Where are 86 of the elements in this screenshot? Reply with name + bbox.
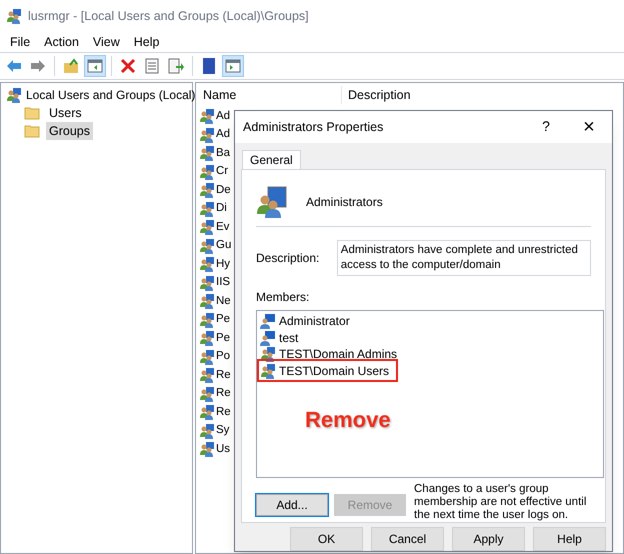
group-icon [199,367,215,384]
list-item[interactable]: Re [216,404,231,421]
list-item[interactable]: Pe [216,330,230,347]
group-icon [199,182,215,198]
group-icon [199,108,215,124]
list-item[interactable]: De [216,182,231,199]
member-item[interactable]: TEST\Domain Users [279,362,390,380]
list-item[interactable]: Ad [216,126,230,144]
list-item[interactable]: Gu [216,237,232,254]
tab[interactable]: General [242,150,301,170]
group-icon [199,312,215,328]
group-icon [199,386,215,402]
dialog-title: Administrators Properties [243,118,384,136]
group-icon [199,200,215,217]
list-item[interactable]: Cr [216,163,228,180]
group-icon [199,274,215,291]
list-item[interactable]: Ba [216,144,230,162]
group-icon [199,145,215,162]
menu-item[interactable]: Help [128,32,166,52]
group-icon [199,441,215,458]
folder-icon [24,124,40,138]
toolbar-button[interactable] [84,55,106,77]
group-icon [199,404,215,420]
column-header[interactable]: Description [342,86,411,104]
list-item[interactable]: Re [216,366,231,384]
user-icon [260,330,276,346]
member-action-button[interactable]: Add... [256,494,328,516]
list-item[interactable]: Ad [216,108,230,125]
tree-item[interactable]: Local Users and Groups (Local) [26,86,196,104]
delete-icon [119,57,137,75]
annotation-label: Remove [305,406,391,434]
list-item[interactable]: Sy [216,422,230,440]
group-icon [199,126,215,143]
group-name: Administrators [306,194,383,211]
list-item[interactable]: Ev [216,218,230,236]
export-icon [167,57,185,75]
list-item[interactable]: Pe [216,311,230,328]
list-item[interactable]: Ne [216,292,231,310]
group-icon [256,186,288,218]
menu-item[interactable]: Action [38,32,85,52]
list-item[interactable]: Re [216,385,231,402]
menu-item[interactable]: View [86,32,126,52]
tree-item[interactable]: Users [46,104,85,122]
list-item[interactable]: Di [216,200,227,218]
help-button[interactable]: ? [526,116,566,138]
dialog-button[interactable]: Apply [452,527,525,551]
members-list[interactable]: Administrator test TEST\Domain Admins TEST\Domain Users Remove [256,310,604,478]
group-icon [199,348,215,365]
group-icon [199,293,215,310]
members-label: Members: [256,288,310,306]
membership-note: Changes to a user's group membership are not effective until the next time the user logs on. [414,482,588,522]
group-icon [260,346,276,362]
member-item[interactable]: TEST\Domain Admins [279,345,398,364]
folder-icon [62,57,80,75]
properties-icon [143,57,161,75]
dialog-button[interactable]: OK [290,527,363,551]
group-icon [199,422,215,439]
forward-arrow-icon [29,57,47,75]
dialog-button[interactable]: Cancel [371,527,444,551]
description-label: Description: [256,250,320,267]
close-button[interactable]: × [566,116,612,137]
folder-icon [24,106,40,120]
user-icon [260,313,276,330]
window-title: lusrmgr - [Local Users and Groups (Local)\Groups] [28,8,309,25]
list-item[interactable]: IIS [216,274,230,292]
list-item[interactable]: Us [216,440,230,458]
group-icon [199,238,215,254]
toolbar-button[interactable] [222,55,244,77]
computer-group-icon [6,87,22,103]
group-icon [260,362,276,379]
column-header[interactable]: Name [196,86,342,104]
list-item[interactable]: Hy [216,256,230,273]
member-item[interactable]: Administrator [279,312,350,330]
menu-item[interactable]: File [4,32,36,52]
pane-icon [224,57,242,75]
group-icon [199,330,215,346]
group-icon [199,219,215,236]
pane-icon [86,57,104,75]
app-icon [6,8,22,24]
dialog-button[interactable]: Help [533,527,606,551]
group-icon [199,256,215,272]
description-field[interactable]: Administrators have complete and unrestricted access to the computer/domain [336,240,591,276]
member-item[interactable]: test [279,328,298,347]
group-icon [199,164,215,180]
tree-item[interactable]: Groups [46,122,93,140]
list-item[interactable]: Po [216,348,230,366]
